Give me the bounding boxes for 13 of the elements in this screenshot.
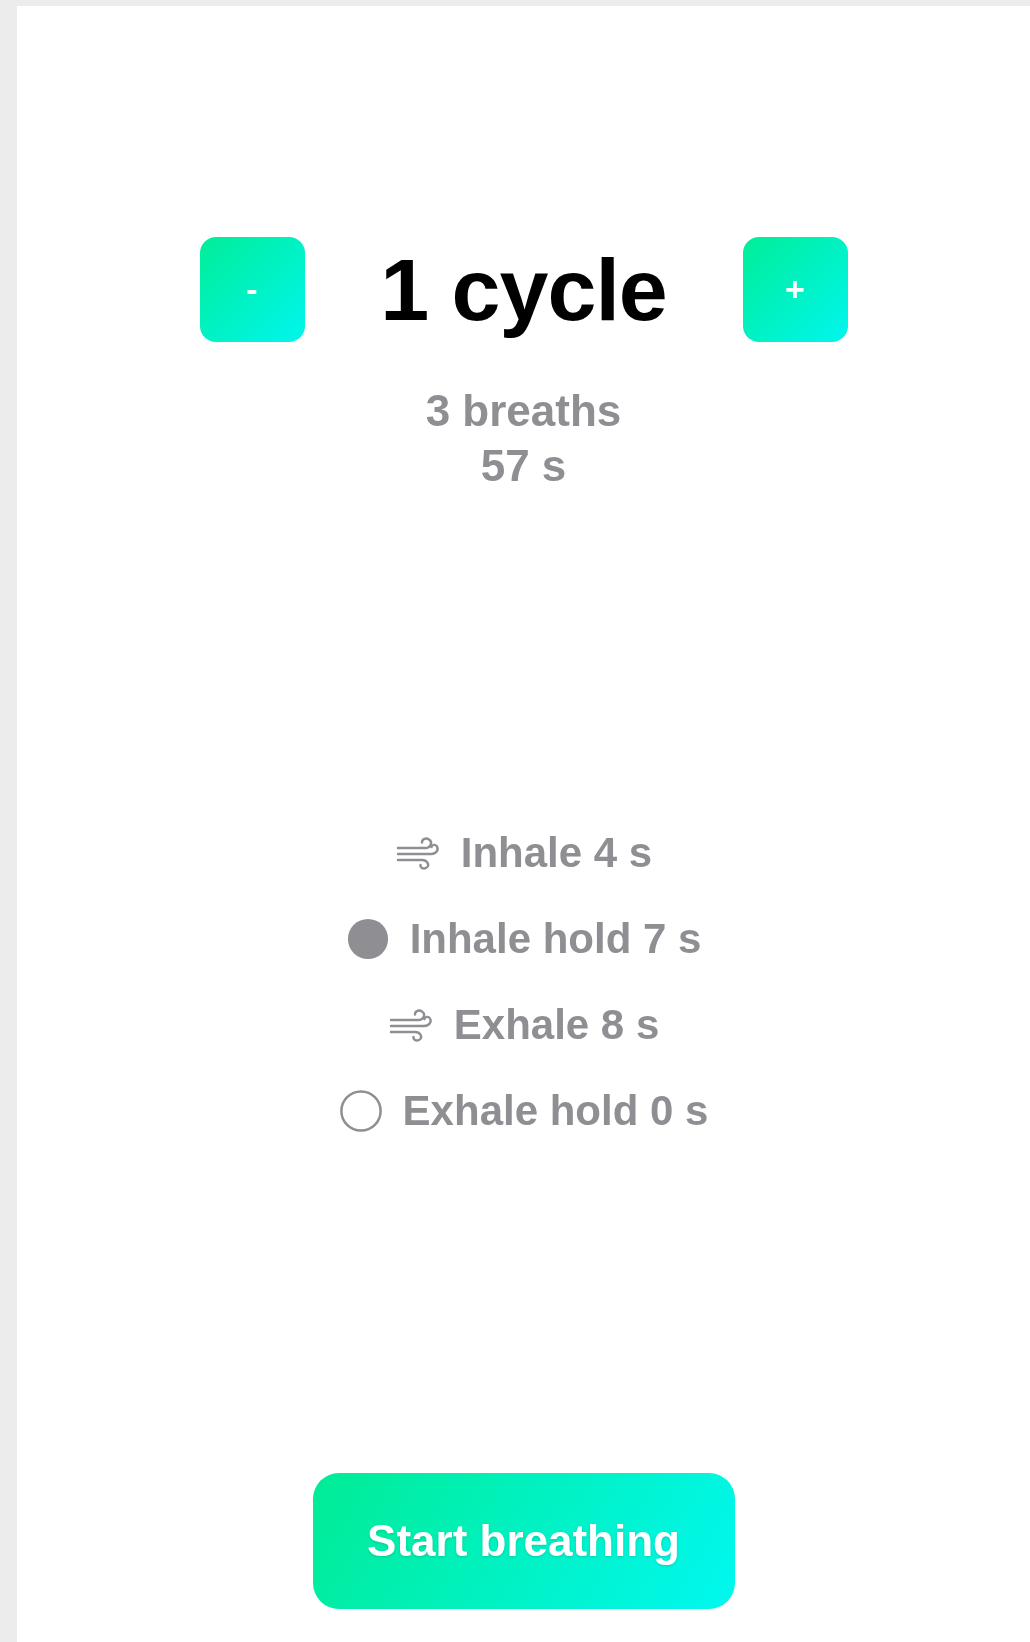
total-duration: 57 s — [480, 440, 567, 492]
decrement-button[interactable]: - — [199, 237, 305, 342]
phase-label: Exhale 8 s — [453, 1001, 660, 1049]
phase-label: Exhale hold 0 s — [402, 1087, 709, 1135]
phase-label: Inhale hold 7 s — [409, 915, 702, 963]
breath-count: 3 breaths — [425, 385, 622, 437]
filled-circle-icon — [345, 917, 390, 961]
wind-icon — [394, 836, 441, 870]
wind-icon — [387, 1008, 434, 1042]
circle-outline-icon — [338, 1089, 383, 1133]
increment-button[interactable]: + — [742, 237, 848, 342]
start-button[interactable]: Start breathing — [312, 1473, 735, 1609]
phase-label: Inhale 4 s — [460, 829, 653, 877]
